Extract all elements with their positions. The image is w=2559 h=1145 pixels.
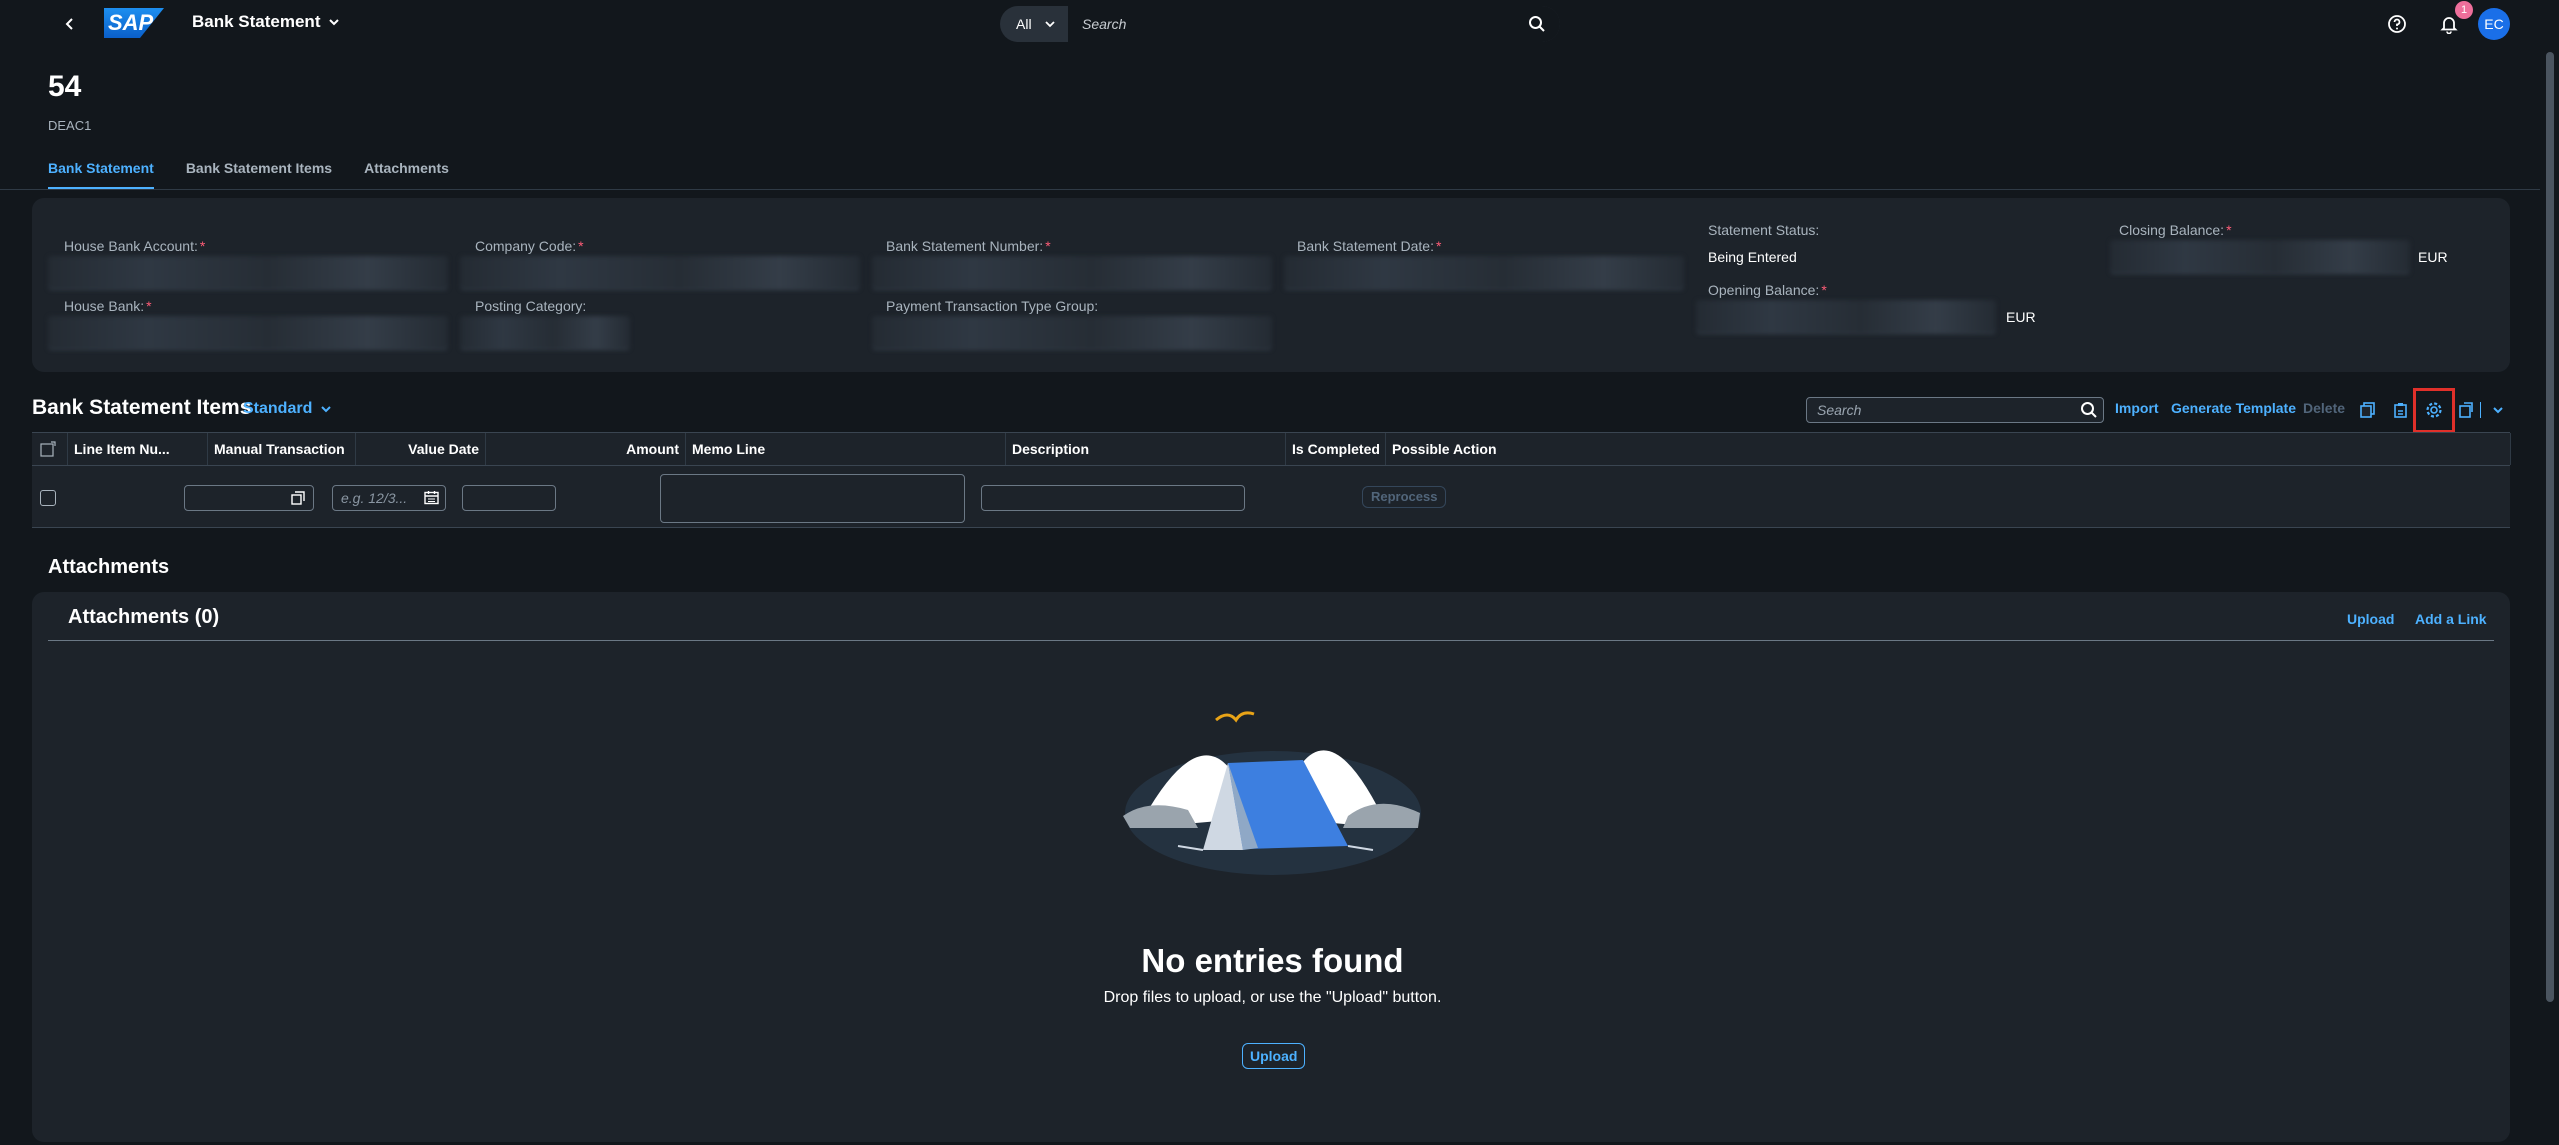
col-description[interactable]: Description — [1006, 433, 1286, 465]
page-scrollbar[interactable] — [2546, 52, 2554, 1002]
delete-button[interactable]: Delete — [2303, 400, 2345, 416]
statement-status-value: Being Entered — [1708, 249, 1797, 265]
payment-transaction-type-group-field[interactable] — [872, 316, 1272, 350]
select-all-icon — [40, 441, 56, 457]
notification-badge: 1 — [2455, 1, 2473, 19]
global-search: All — [1000, 6, 1560, 42]
help-icon — [2388, 15, 2406, 33]
reprocess-button[interactable]: Reprocess — [1362, 486, 1447, 508]
app-title: Bank Statement — [192, 12, 321, 31]
export-menu-button[interactable] — [2486, 398, 2510, 422]
opening-balance-label: Opening Balance: * — [1708, 282, 1827, 298]
global-search-input[interactable] — [1068, 6, 1560, 42]
header-divider — [0, 189, 2540, 190]
col-amount[interactable]: Amount — [486, 433, 686, 465]
description-input[interactable] — [981, 485, 1245, 511]
opening-balance-currency: EUR — [2006, 309, 2036, 325]
help-button[interactable] — [2385, 12, 2409, 36]
items-table-header: Line Item Nu... Manual Transaction Value… — [32, 432, 2511, 466]
select-all-cell[interactable] — [32, 433, 68, 465]
attachments-card-title: Attachments (0) — [68, 606, 220, 628]
col-value-date[interactable]: Value Date — [356, 433, 486, 465]
chevron-down-icon — [1045, 21, 1055, 28]
chevron-down-icon — [321, 406, 332, 413]
col-line-item-number[interactable]: Line Item Nu... — [68, 433, 208, 465]
tab-bank-statement[interactable]: Bank Statement — [48, 158, 154, 190]
closing-balance-field[interactable] — [2110, 240, 2410, 274]
toolbar-separator — [2480, 402, 2481, 418]
export-icon — [2459, 402, 2473, 418]
items-search-input[interactable] — [1806, 397, 2104, 423]
bell-icon — [2440, 17, 2458, 34]
house-bank-account-field[interactable] — [48, 256, 448, 290]
chevron-down-icon — [329, 19, 340, 26]
company-code-field[interactable] — [460, 256, 860, 290]
tent-illustration-icon — [1123, 711, 1421, 875]
posting-category-label: Posting Category: — [475, 298, 587, 314]
col-is-completed[interactable]: Is Completed — [1286, 433, 1386, 465]
paste-button[interactable] — [2389, 398, 2413, 422]
search-scope-select[interactable]: All — [1000, 6, 1068, 42]
value-help-icon[interactable] — [291, 491, 305, 505]
search-icon[interactable] — [2080, 401, 2098, 419]
items-section-title: Bank Statement Items — [32, 396, 252, 419]
attachments-section-title: Attachments — [48, 556, 170, 578]
bank-statement-number-field[interactable] — [872, 256, 1272, 290]
house-bank-label: House Bank: * — [64, 298, 152, 314]
col-manual-transaction[interactable]: Manual Transaction — [208, 433, 356, 465]
settings-highlight — [2413, 388, 2455, 433]
page-subtitle: DEAC1 — [48, 118, 92, 133]
empty-state-title: No entries found — [1141, 942, 1404, 979]
upload-link[interactable]: Upload — [2347, 611, 2394, 627]
calendar-icon[interactable] — [424, 490, 439, 505]
chevron-down-icon — [2493, 407, 2503, 414]
posting-category-field[interactable] — [460, 316, 630, 350]
opening-balance-field[interactable] — [1696, 300, 1996, 334]
attachments-divider — [48, 640, 2494, 641]
col-memo-line[interactable]: Memo Line — [686, 433, 1006, 465]
bank-statement-date-field[interactable] — [1284, 256, 1684, 290]
tab-bar: Bank Statement Bank Statement Items Atta… — [48, 158, 449, 190]
bank-statement-date-label: Bank Statement Date: * — [1297, 238, 1442, 254]
export-button[interactable] — [2454, 398, 2478, 422]
paste-icon — [2394, 403, 2407, 418]
empty-state-subtitle: Drop files to upload, or use the "Upload… — [1103, 989, 1442, 1006]
app-title-menu[interactable]: Bank Statement — [192, 12, 340, 32]
house-bank-field[interactable] — [48, 316, 448, 350]
amount-input[interactable] — [462, 485, 556, 511]
add-link-button[interactable]: Add a Link — [2415, 611, 2487, 627]
closing-balance-currency: EUR — [2418, 249, 2448, 265]
bank-statement-number-label: Bank Statement Number: * — [886, 238, 1051, 254]
copy-button[interactable] — [2356, 398, 2380, 422]
copy-icon — [2360, 402, 2375, 418]
house-bank-account-label: House Bank Account: * — [64, 238, 206, 254]
row-checkbox[interactable] — [40, 490, 56, 506]
statement-status-label: Statement Status: — [1708, 222, 1820, 238]
variant-selector[interactable]: Standard — [243, 400, 332, 418]
empty-upload-button[interactable]: Upload — [1242, 1043, 1306, 1069]
back-button[interactable] — [56, 10, 84, 38]
memo-line-input[interactable] — [660, 474, 965, 523]
closing-balance-label: Closing Balance: * — [2119, 222, 2232, 238]
import-button[interactable]: Import — [2115, 400, 2159, 416]
generate-template-button[interactable]: Generate Template — [2171, 400, 2296, 416]
tab-bank-statement-items[interactable]: Bank Statement Items — [186, 158, 332, 190]
user-avatar[interactable]: EC — [2478, 8, 2510, 40]
payment-transaction-type-group-label: Payment Transaction Type Group: — [886, 298, 1099, 314]
chevron-left-icon — [65, 18, 73, 30]
page-title: 54 — [48, 70, 82, 103]
search-icon[interactable] — [1528, 15, 1546, 33]
company-code-label: Company Code: * — [475, 238, 584, 254]
tab-attachments[interactable]: Attachments — [364, 158, 449, 190]
col-possible-action[interactable]: Possible Action — [1386, 433, 2511, 465]
